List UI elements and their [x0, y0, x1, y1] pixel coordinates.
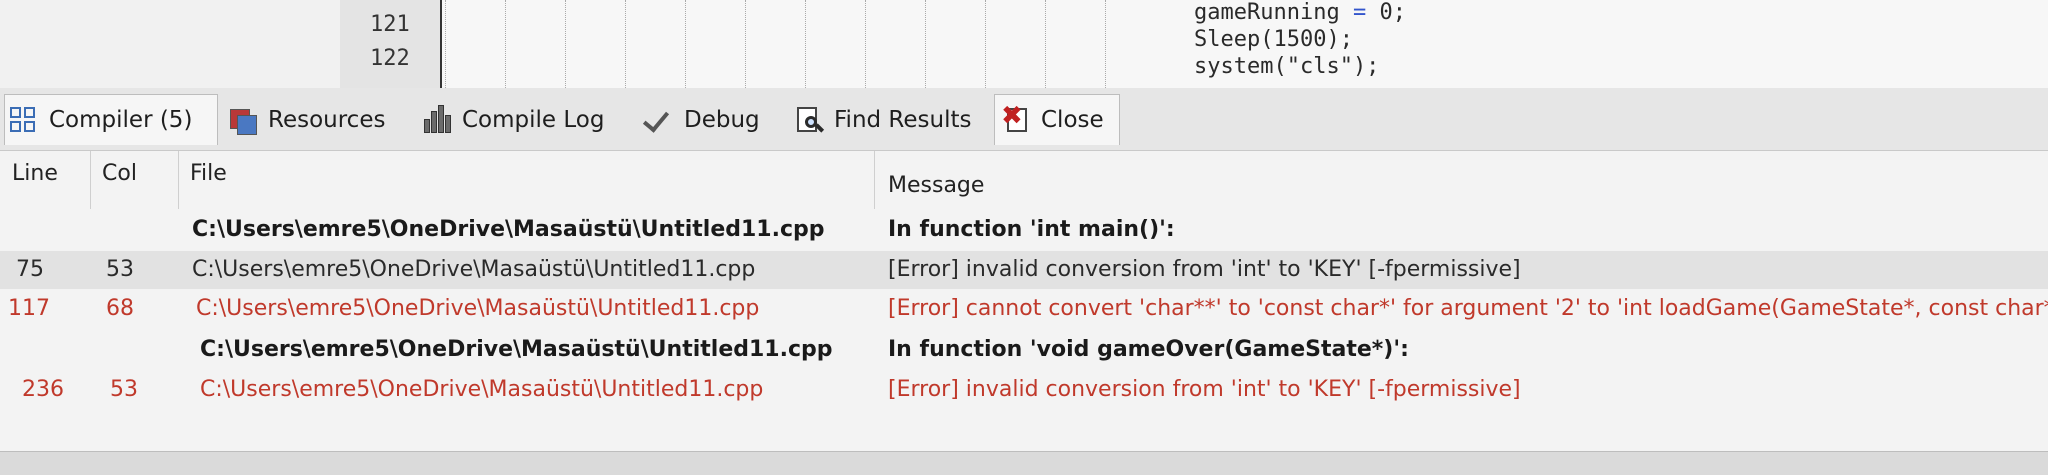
cell-file: C:\Users\emre5\OneDrive\Masaüstü\Untitle… — [192, 257, 756, 282]
cell-col: 53 — [110, 377, 138, 402]
cell-col: 68 — [106, 296, 134, 321]
tab-debug[interactable]: Debug — [644, 98, 760, 142]
column-header-col[interactable]: Col — [102, 161, 137, 186]
code-operator: = — [1339, 0, 1380, 25]
code-editor[interactable]: 121 122 gameRunning = 0; Sleep(1500); sy… — [0, 0, 2048, 88]
code-line[interactable]: Sleep(1500); — [1194, 27, 1353, 52]
column-header-file[interactable]: File — [190, 161, 227, 186]
find-icon — [794, 105, 825, 135]
cell-message: [Error] invalid conversion from 'int' to… — [888, 257, 1521, 282]
tab-label: Compile Log — [462, 107, 605, 133]
tab-label: Find Results — [834, 107, 972, 133]
cell-file: C:\Users\emre5\OneDrive\Masaüstü\Untitle… — [196, 296, 760, 321]
code-token: system("cls"); — [1194, 54, 1380, 79]
cell-line: 236 — [22, 377, 64, 402]
tab-close[interactable]: ✖ Close — [994, 94, 1120, 145]
compiler-messages-table: Line Col File Message C:\Users\emre5\One… — [0, 151, 2048, 451]
tab-label: Close — [1041, 107, 1104, 133]
cell-line: 75 — [16, 257, 44, 282]
line-number: 121 — [370, 12, 410, 37]
table-row[interactable]: 75 53 C:\Users\emre5\OneDrive\Masaüstü\U… — [0, 251, 2048, 289]
table-row[interactable]: 117 68 C:\Users\emre5\OneDrive\Masaüstü\… — [0, 290, 2048, 328]
cell-message: [Error] cannot convert 'char**' to 'cons… — [888, 296, 2048, 321]
tab-compiler[interactable]: Compiler (5) — [4, 94, 218, 145]
cell-file: C:\Users\emre5\OneDrive\Masaüstü\Untitle… — [192, 217, 825, 242]
cell-message: [Error] invalid conversion from 'int' to… — [888, 377, 1521, 402]
code-token: 0; — [1379, 0, 1406, 25]
cell-message: In function 'void gameOver(GameState*)': — [888, 337, 1409, 362]
line-number: 122 — [370, 46, 410, 71]
tab-label: Compiler (5) — [49, 107, 193, 133]
tab-label: Resources — [268, 107, 386, 133]
checkmark-icon — [644, 105, 674, 135]
status-bar — [0, 451, 2048, 475]
code-token: gameRunning — [1194, 0, 1340, 25]
column-header-message[interactable]: Message — [888, 173, 984, 198]
output-tab-bar: Compiler (5) Resources Compile Log Debug… — [0, 88, 2048, 151]
table-row[interactable]: C:\Users\emre5\OneDrive\Masaüstü\Untitle… — [0, 211, 2048, 249]
cell-line: 117 — [8, 296, 50, 321]
table-row[interactable]: C:\Users\emre5\OneDrive\Masaüstü\Untitle… — [0, 331, 2048, 369]
code-line[interactable]: system("cls"); — [1194, 54, 1379, 79]
code-line[interactable]: gameRunning = 0; — [1194, 0, 1406, 25]
cell-file: C:\Users\emre5\OneDrive\Masaüstü\Untitle… — [200, 337, 833, 362]
code-text-area[interactable]: gameRunning = 0; Sleep(1500); system("cl… — [1190, 0, 2048, 88]
code-token: Sleep(1500); — [1194, 27, 1353, 52]
cell-col: 53 — [106, 257, 134, 282]
tab-compile-log[interactable]: Compile Log — [422, 98, 604, 142]
table-row[interactable]: 236 53 C:\Users\emre5\OneDrive\Masaüstü\… — [0, 371, 2048, 409]
line-number-gutter: 121 122 — [340, 0, 442, 88]
editor-margin — [0, 0, 340, 88]
cell-message: In function 'int main()': — [888, 217, 1175, 242]
cell-file: C:\Users\emre5\OneDrive\Masaüstü\Untitle… — [200, 377, 764, 402]
resources-icon — [228, 105, 258, 135]
table-header: Line Col File Message — [0, 151, 2048, 209]
indent-guides — [445, 0, 1165, 88]
tab-label: Debug — [684, 107, 760, 133]
close-icon: ✖ — [1001, 101, 1031, 135]
column-header-line[interactable]: Line — [12, 161, 58, 186]
tab-find-results[interactable]: Find Results — [794, 98, 971, 142]
bar-chart-icon — [422, 105, 452, 135]
grid-icon — [9, 105, 39, 135]
tab-resources[interactable]: Resources — [228, 98, 385, 142]
